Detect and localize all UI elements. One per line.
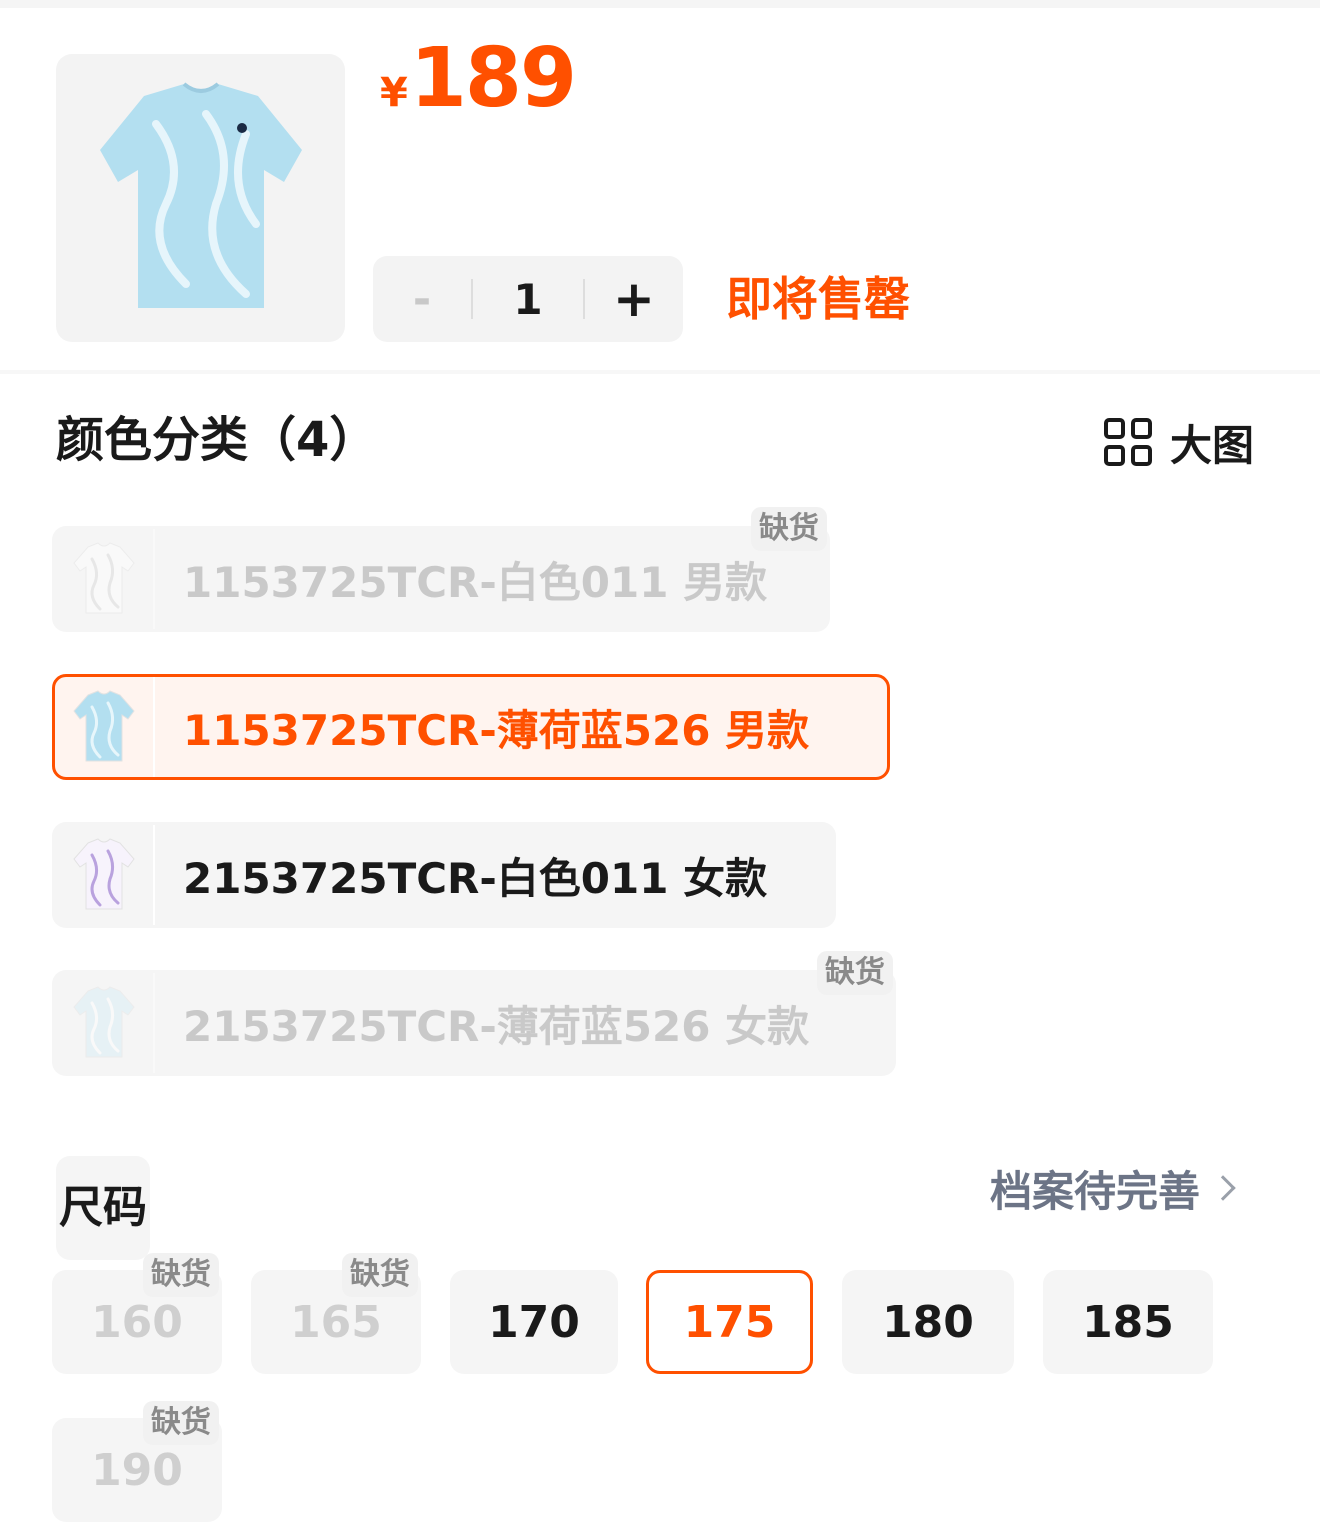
out-of-stock-badge: 缺货 bbox=[143, 1401, 219, 1445]
size-option[interactable]: 180 bbox=[842, 1270, 1014, 1374]
tshirt-icon bbox=[73, 690, 135, 762]
out-of-stock-badge: 缺货 bbox=[143, 1253, 219, 1297]
out-of-stock-badge: 缺货 bbox=[751, 507, 827, 551]
tshirt-icon bbox=[73, 986, 135, 1058]
color-option[interactable]: 2153725TCR-白色011 女款 bbox=[52, 822, 836, 928]
size-option-label: 165 bbox=[290, 1296, 382, 1348]
color-option-label: 2153725TCR-白色011 女款 bbox=[183, 853, 768, 903]
increase-button[interactable]: + bbox=[585, 256, 683, 342]
size-option-label: 185 bbox=[1082, 1296, 1174, 1348]
color-option-thumbnail bbox=[55, 677, 155, 777]
tshirt-icon bbox=[100, 82, 302, 308]
size-option-label: 175 bbox=[683, 1296, 776, 1348]
top-divider bbox=[0, 0, 1320, 8]
size-section-title: 尺码 bbox=[56, 1156, 150, 1260]
big-view-toggle[interactable]: 大图 bbox=[1104, 412, 1254, 472]
tshirt-icon bbox=[73, 542, 135, 614]
price: ¥ 189 bbox=[380, 31, 577, 126]
color-section-title: 颜色分类（4） bbox=[56, 412, 378, 468]
size-option[interactable]: 175 bbox=[646, 1270, 813, 1374]
decrease-button[interactable]: - bbox=[373, 256, 471, 342]
color-option-label: 1153725TCR-薄荷蓝526 男款 bbox=[183, 705, 810, 755]
profile-link-label: 档案待完善 bbox=[990, 1166, 1201, 1216]
price-value: 189 bbox=[409, 31, 577, 126]
size-option[interactable]: 165 缺货 bbox=[251, 1253, 421, 1374]
color-option[interactable]: 1153725TCR-薄荷蓝526 男款 bbox=[52, 674, 890, 780]
product-image[interactable] bbox=[56, 54, 345, 342]
color-option[interactable]: 2153725TCR-薄荷蓝526 女款 缺货 bbox=[52, 951, 896, 1076]
color-option-label: 1153725TCR-白色011 男款 bbox=[183, 557, 768, 607]
out-of-stock-badge: 缺货 bbox=[342, 1253, 418, 1297]
color-option[interactable]: 1153725TCR-白色011 男款 缺货 bbox=[52, 507, 830, 632]
size-option[interactable]: 185 bbox=[1043, 1270, 1213, 1374]
color-option-label: 2153725TCR-薄荷蓝526 女款 bbox=[183, 1001, 810, 1051]
quantity-value[interactable]: 1 bbox=[473, 256, 583, 342]
out-of-stock-badge: 缺货 bbox=[817, 951, 893, 995]
big-view-label: 大图 bbox=[1170, 420, 1255, 470]
size-option[interactable]: 160 缺货 bbox=[52, 1253, 222, 1374]
size-option-label: 160 bbox=[91, 1296, 183, 1348]
grid-icon bbox=[1104, 418, 1152, 466]
size-option[interactable]: 170 bbox=[450, 1270, 618, 1374]
size-option-label: 170 bbox=[488, 1296, 580, 1348]
low-stock-notice: 即将售罄 bbox=[726, 272, 910, 326]
color-option-thumbnail bbox=[55, 973, 155, 1073]
profile-link[interactable]: 档案待完善 bbox=[990, 1158, 1236, 1218]
currency-symbol: ¥ bbox=[380, 70, 408, 116]
quantity-stepper: - 1 + bbox=[373, 256, 683, 342]
section-divider bbox=[0, 370, 1320, 374]
chevron-right-icon bbox=[1210, 1175, 1236, 1201]
tshirt-icon bbox=[73, 838, 135, 910]
color-option-thumbnail bbox=[55, 529, 155, 629]
size-option-label: 190 bbox=[91, 1444, 183, 1496]
color-option-thumbnail bbox=[55, 825, 155, 925]
size-option-label: 180 bbox=[882, 1296, 974, 1348]
size-option[interactable]: 190 缺货 bbox=[52, 1401, 222, 1522]
